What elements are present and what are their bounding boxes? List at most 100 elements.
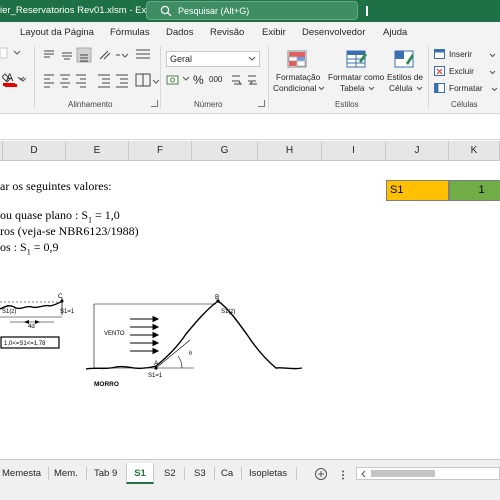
point-b-label: B [215,294,219,301]
sheet-tab-s3[interactable]: S3 [190,463,210,484]
cell-styles-label-1: Estilos de [387,72,423,82]
hill-label: MORRO [94,381,119,388]
tab-separator [241,467,242,480]
format-as-table-label-1: Formatar como [328,72,385,82]
group-cells-label: Células [451,100,478,109]
s1-eq-label: S1=1 [148,373,163,379]
ribbon-separator [268,46,269,108]
status-bar [0,487,500,500]
chevron-down-icon[interactable] [182,76,190,82]
column-header-d[interactable]: D [3,141,66,161]
thousands-button[interactable]: 000 [209,75,222,84]
sheet-tab-s2[interactable]: S2 [160,463,180,484]
insert-cells-icon [434,49,445,59]
tab-help[interactable]: Ajuda [383,27,407,38]
delete-button[interactable]: Excluir [433,64,499,79]
title-bar: ier_Reservatorios Rev01.xlsm - Excel Pes… [0,0,500,22]
wind-label: VENTO [104,331,125,337]
chevron-down-icon [489,53,496,58]
doc-line-valleys-text: os : S [0,240,27,254]
tab-view[interactable]: Exibir [262,27,286,38]
tab-separator [184,467,185,480]
ribbon-separator [428,46,429,108]
tab-separator [48,467,49,480]
cell-j-s1-label[interactable]: S1 [386,180,449,201]
currency-icon[interactable] [166,72,182,88]
font-size-fragment [0,47,8,59]
column-header-g[interactable]: G [192,141,258,161]
column-header-k[interactable]: K [449,141,500,161]
ribbon-separator [34,46,35,108]
dimension-4d-label: 4d [28,324,35,330]
column-header-i[interactable]: I [322,141,386,161]
sheet-tab-bar: Memesta Mem. Tab 9 S1 S2 S3 Ca Isopletas [0,459,500,487]
decimal-buttons[interactable] [230,72,262,88]
column-header-f[interactable]: F [129,141,192,161]
scroll-left-icon[interactable] [359,470,367,478]
format-cells-icon [434,83,445,93]
number-launcher-icon[interactable] [258,100,265,107]
doc-line-norm-reference: ros (veja-se NBR6123/1988) [0,224,139,238]
percent-button[interactable]: % [193,73,204,87]
chevron-down-icon [368,86,375,91]
tab-developer[interactable]: Desenvolvedor [302,27,365,38]
slope-figure-left: C S1(z) S1=1 4d 1,0<=S1<=1,78 [0,293,75,349]
conditional-format-label-1: Formatação [276,72,321,82]
ribbon: A Alinhamento Geral % 000 Número Formata… [0,42,500,114]
point-a-label: A [154,360,159,367]
conditional-format-button[interactable]: Formatação Condicional [272,72,326,98]
doc-line-valleys: os : S1 = 0,9 [0,240,58,256]
tab-review[interactable]: Revisão [210,27,244,38]
tab-page-layout[interactable]: Layout da Página [20,27,94,38]
s1-range-label: 1,0<=S1<=1,78 [4,341,46,347]
hill-figure: B S1(z) VENTO A S1=1 MORRO θ [86,294,303,388]
s1z-label: S1(z) [221,309,235,315]
conditional-format-icon [287,50,307,68]
sheet-tab-tab9[interactable]: Tab 9 [90,463,121,484]
doc-line-plain-terrain-value: = 1,0 [92,208,120,222]
number-format-select[interactable]: Geral [166,51,260,67]
column-header-h[interactable]: H [258,141,322,161]
sheet-tab-ca[interactable]: Ca [217,463,237,484]
column-header-e[interactable]: E [66,141,129,161]
search-placeholder: Pesquisar (Alt+G) [178,5,250,16]
insert-label: Inserir [449,49,473,59]
chevron-down-icon [318,86,325,91]
add-sheet-icon[interactable] [314,467,328,481]
format-as-table-button[interactable]: Formatar como Tabela [326,72,386,98]
horizontal-scrollbar[interactable] [356,467,500,480]
sheet-tab-s1[interactable]: S1 [126,463,154,484]
formula-bar-area [0,114,500,140]
doc-line-plain-terrain: ou quase plano : S1 = 1,0 [0,208,120,224]
sheet-tab-memesta[interactable]: Memesta [0,463,45,484]
font-color-icon[interactable]: A [4,71,34,89]
point-c-label: C [58,293,63,300]
more-options-icon[interactable] [340,470,346,480]
alignment-controls[interactable] [40,46,160,92]
tab-data[interactable]: Dados [166,27,193,38]
search-box[interactable]: Pesquisar (Alt+G) [146,1,358,20]
cell-styles-button[interactable]: Estilos de Célula [386,72,426,98]
column-header-j[interactable]: J [386,141,449,161]
insert-button[interactable]: Inserir [433,47,499,62]
doc-line-plain-terrain-text: ou quase plano : S [0,208,88,222]
scrollbar-thumb[interactable] [371,470,435,477]
tab-separator [86,467,87,480]
tab-separator [214,467,215,480]
cell-k-s1-value[interactable]: 1 [449,180,500,201]
chevron-down-icon [489,70,496,75]
delete-label: Excluir [449,66,474,76]
sheet-tab-isopletas[interactable]: Isopletas [245,463,291,484]
cell-styles-icon [394,50,414,68]
window-title: ier_Reservatorios Rev01.xlsm - Excel [0,5,159,16]
group-alignment-label: Alinhamento [68,100,113,109]
sheet-tab-mem[interactable]: Mem. [50,463,82,484]
theta-label: θ [189,351,192,357]
titlebar-divider [366,6,368,16]
alignment-launcher-icon[interactable] [151,100,158,107]
tab-separator [296,467,297,480]
conditional-format-label-2: Condicional [273,83,317,93]
svg-text:A: A [6,72,14,84]
tab-formulas[interactable]: Fórmulas [110,27,150,38]
format-button[interactable]: Formatar [433,81,499,96]
